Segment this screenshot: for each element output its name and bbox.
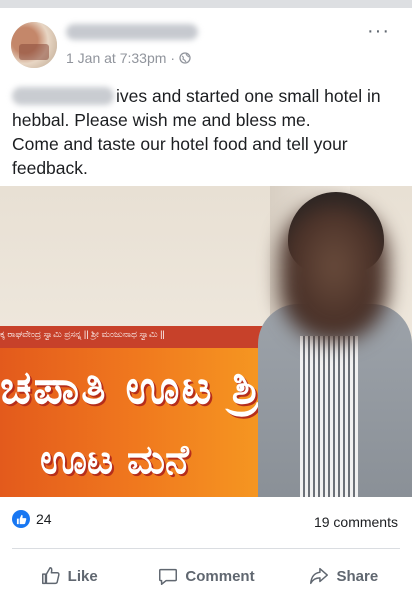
photo-person <box>258 186 412 497</box>
top-separator <box>0 0 412 8</box>
post-text-line1: ives and started one small hotel in <box>116 86 381 106</box>
post-text: ives and started one small hotel in hebb… <box>12 84 404 180</box>
share-button[interactable]: Share <box>275 556 412 596</box>
comments-count[interactable]: 19 comments <box>314 514 398 530</box>
post-timestamp[interactable]: 1 Jan at 7:33pm <box>66 50 166 66</box>
photo-banner: ಕ್ಕ ರಾಘವೇಂದ್ರ ಸ್ವಾಮಿ ಪ್ರಸನ್ನ || ಶ್ರೀ ಮಂಜ… <box>0 326 350 497</box>
like-button[interactable]: Like <box>0 556 137 596</box>
actions-divider <box>12 548 400 549</box>
post-photo[interactable]: ಕ್ಕ ರಾಘವೇಂದ್ರ ಸ್ವಾಮಿ ಪ್ರಸನ್ನ || ಶ್ರೀ ಮಂಜ… <box>0 186 412 497</box>
comment-button[interactable]: Comment <box>137 556 274 596</box>
reactions-summary[interactable]: 24 <box>12 510 52 528</box>
globe-icon <box>179 52 191 64</box>
post-meta: 1 Jan at 7:33pm · <box>66 50 191 66</box>
like-reaction-icon <box>12 510 30 528</box>
comment-bubble-icon <box>159 568 178 585</box>
avatar-overlay <box>19 44 49 60</box>
like-label: Like <box>67 567 98 585</box>
banner-big-text-2: ಊಟ ಮನೆ <box>40 436 189 483</box>
thumbs-up-icon <box>41 567 60 585</box>
redacted-text <box>12 87 114 105</box>
person-shirt <box>300 336 358 497</box>
like-count: 24 <box>36 511 52 527</box>
avatar[interactable] <box>11 22 57 68</box>
banner-small-text: ಕ್ಕ ರಾಘವೇಂದ್ರ ಸ್ವಾಮಿ ಪ್ರಸನ್ನ || ಶ್ರೀ ಮಂಜ… <box>0 329 165 339</box>
author-name-blurred[interactable] <box>66 24 198 40</box>
person-face-blurred <box>280 204 388 342</box>
comment-label: Comment <box>185 567 255 585</box>
share-label: Share <box>336 567 379 585</box>
post-text-rest: hebbal. Please wish me and bless me. Com… <box>12 110 348 178</box>
post-actions: Like Comment Share <box>0 556 412 596</box>
share-arrow-icon <box>310 567 329 585</box>
meta-separator: · <box>170 50 176 66</box>
more-options-icon[interactable]: ··· <box>367 20 390 43</box>
